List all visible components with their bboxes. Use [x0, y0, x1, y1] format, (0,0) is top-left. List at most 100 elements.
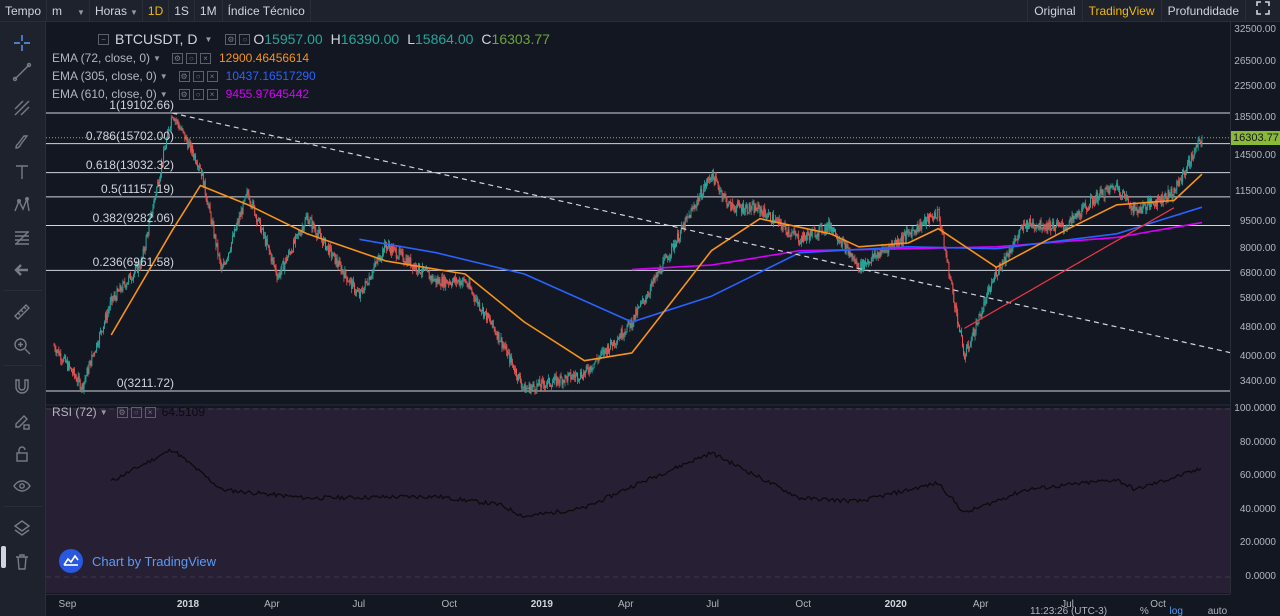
candle-body	[432, 276, 434, 282]
view-tab-0[interactable]: Original	[1028, 0, 1081, 22]
close-icon[interactable]: ×	[206, 88, 218, 100]
chevron-down-icon[interactable]: ▼	[153, 54, 161, 63]
brush-icon[interactable]	[10, 130, 34, 154]
candle-body	[725, 195, 727, 198]
eye-icon[interactable]	[10, 474, 34, 498]
hide-icon[interactable]: ○	[192, 70, 204, 82]
candle-body	[1036, 226, 1038, 228]
tradingview-watermark[interactable]: Chart by TradingView	[58, 548, 216, 574]
toolbar-item-5[interactable]: 1M	[195, 0, 222, 22]
candle-body	[744, 207, 746, 213]
candle-body	[1130, 208, 1132, 211]
view-tab-2[interactable]: Profundidade	[1162, 0, 1245, 22]
candle-body	[982, 311, 984, 312]
candle-body	[940, 226, 942, 230]
candle-body	[101, 330, 103, 332]
chart-pane[interactable]: − BTCUSDT, D ▼ ⚙ ○ O 15957.00 H 16390.00 L…	[46, 22, 1230, 594]
settings-icon[interactable]: ⚙	[116, 406, 128, 418]
candle-body	[1014, 238, 1016, 243]
candle-body	[547, 378, 549, 380]
scroll-handle[interactable]	[1, 546, 6, 568]
hide-icon[interactable]: ○	[130, 406, 142, 418]
ema-value: 12900.46456614	[218, 51, 310, 65]
crosshair-icon[interactable]	[10, 31, 34, 55]
zoom-icon[interactable]	[10, 334, 34, 358]
candle-body	[1039, 219, 1041, 228]
candle-body	[503, 344, 505, 347]
candle-body	[180, 128, 182, 130]
toolbar-dropdown-2[interactable]: Horas ▼	[90, 0, 142, 22]
candle-body	[932, 218, 934, 220]
candle-body	[1015, 238, 1017, 240]
toolbar-item-4[interactable]: 1S	[169, 0, 194, 22]
pitchfork-icon[interactable]	[10, 96, 34, 120]
candle-body	[293, 239, 295, 244]
candle-body	[98, 343, 100, 346]
percent-button[interactable]: %	[1140, 606, 1149, 616]
candle-body	[84, 378, 86, 382]
candle-body	[146, 233, 148, 237]
pattern-icon[interactable]	[10, 194, 34, 218]
candle-body	[147, 233, 149, 235]
toolbar-divider	[309, 0, 311, 22]
text-icon[interactable]	[10, 160, 34, 184]
toolbar-item-6[interactable]: Índice Técnico	[223, 0, 310, 22]
fullscreen-icon[interactable]	[1246, 0, 1280, 22]
chevron-down-icon[interactable]: ▼	[100, 408, 108, 417]
view-tab-1[interactable]: TradingView	[1083, 0, 1161, 22]
hide-icon[interactable]: ○	[192, 88, 204, 100]
candle-body	[313, 222, 315, 228]
low-label: L	[407, 31, 415, 47]
toolbar-item-3[interactable]: 1D	[143, 0, 168, 22]
log-button[interactable]: log	[1170, 606, 1183, 616]
trash-icon[interactable]	[10, 550, 34, 574]
auto-button[interactable]: auto	[1208, 606, 1227, 616]
lock-icon[interactable]	[10, 442, 34, 466]
close-icon[interactable]: ×	[206, 70, 218, 82]
rsi-name[interactable]: RSI (72)	[52, 405, 97, 419]
price-axis[interactable]: 32500.00 26500.00 22500.00 18500.00 14500.00…	[1230, 22, 1280, 594]
trend-line-0[interactable]	[172, 112, 1230, 357]
price-chart-canvas[interactable]	[46, 22, 1230, 594]
watermark-text[interactable]: Chart by TradingView	[92, 554, 216, 569]
trend-line-icon[interactable]	[10, 60, 34, 84]
candle-body	[915, 230, 917, 234]
candle-body	[553, 376, 555, 382]
candle-body	[643, 298, 645, 301]
candle-body	[909, 232, 911, 234]
symbol-label[interactable]: BTCUSDT, D	[115, 31, 197, 47]
settings-icon[interactable]: ⚙	[178, 70, 190, 82]
candle-body	[1091, 198, 1093, 205]
candle-body	[312, 222, 314, 229]
pencil-lock-icon[interactable]	[10, 410, 34, 434]
candle-body	[1071, 215, 1073, 221]
ruler-icon[interactable]	[10, 300, 34, 324]
ema-name[interactable]: EMA (72, close, 0)	[52, 51, 150, 65]
settings-icon[interactable]: ⚙	[225, 33, 237, 45]
candle-body	[978, 314, 980, 324]
candle-body	[200, 168, 202, 176]
collapse-legend-icon[interactable]: −	[98, 33, 109, 45]
candle-body	[248, 192, 250, 200]
settings-icon[interactable]: ⚙	[171, 52, 183, 64]
candle-body	[1061, 222, 1063, 227]
hide-icon[interactable]: ○	[185, 52, 197, 64]
close-icon[interactable]: ×	[199, 52, 211, 64]
chevron-down-icon[interactable]: ▼	[204, 35, 212, 44]
candle-body	[672, 243, 674, 245]
candle-body	[444, 276, 446, 287]
layers-icon[interactable]	[10, 516, 34, 540]
toolbar-dropdown-1[interactable]: m ▼	[47, 0, 89, 22]
candle-body	[623, 332, 625, 337]
back-arrow-icon[interactable]	[10, 258, 34, 282]
settings-icon[interactable]: ⚙	[178, 88, 190, 100]
fib-icon[interactable]	[10, 226, 34, 250]
toolbar-item-0[interactable]: Tempo	[0, 0, 46, 22]
candle-body	[213, 223, 215, 238]
hide-icon[interactable]: ○	[239, 33, 251, 45]
magnet-icon[interactable]	[10, 374, 34, 398]
chevron-down-icon[interactable]: ▼	[160, 72, 168, 81]
ema-name[interactable]: EMA (305, close, 0)	[52, 69, 157, 83]
candle-body	[143, 248, 145, 251]
close-icon[interactable]: ×	[144, 406, 156, 418]
